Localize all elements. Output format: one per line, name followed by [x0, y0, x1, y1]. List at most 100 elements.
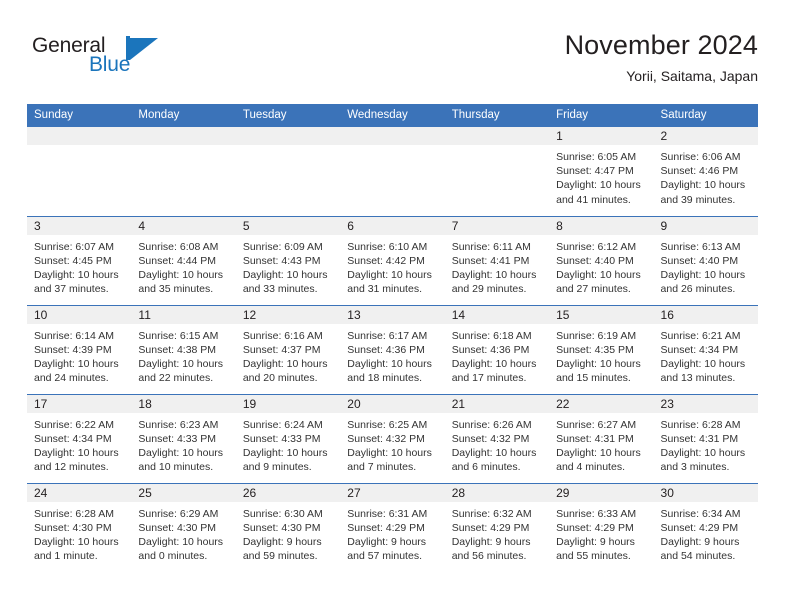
- daylight-duration-line-1: Daylight: 10 hours: [556, 268, 641, 281]
- day-number: 1: [549, 127, 654, 145]
- daylight-duration-line-2: and 18 minutes.: [347, 372, 422, 385]
- calendar-day-cell-empty: [444, 127, 550, 216]
- weekday-header-thursday: Thursday: [444, 104, 550, 127]
- calendar-day-cell[interactable]: 19 Sunrise: 6:24 AM Sunset: 4:33 PM Dayligh…: [235, 393, 341, 483]
- day-details: Sunrise: 6:09 AM Sunset: 4:43 PM Daylight:…: [236, 235, 340, 297]
- daylight-duration-line-2: and 31 minutes.: [347, 283, 422, 296]
- daylight-duration-line-1: Daylight: 10 hours: [660, 179, 746, 192]
- sunrise-time: Sunrise: 6:30 AM: [242, 507, 323, 520]
- day-details: Sunrise: 6:23 AM Sunset: 4:33 PM Daylight:…: [131, 413, 235, 475]
- sunrise-time: Sunrise: 6:28 AM: [34, 507, 114, 520]
- calendar-day-cell[interactable]: 10 Sunrise: 6:14 AM Sunset: 4:39 PM Dayligh…: [27, 304, 132, 394]
- day-number: [27, 127, 132, 145]
- day-number: 15: [549, 305, 654, 324]
- calendar-day-cell[interactable]: 18 Sunrise: 6:23 AM Sunset: 4:33 PM Dayligh…: [131, 393, 236, 483]
- day-details: Sunrise: 6:10 AM Sunset: 4:42 PM Daylight:…: [340, 235, 444, 297]
- daylight-duration-line-2: and 24 minutes.: [34, 372, 109, 385]
- calendar-day-cell[interactable]: 5 Sunrise: 6:09 AM Sunset: 4:43 PM Daylight…: [235, 215, 341, 305]
- daylight-duration-line-2: and 29 minutes.: [451, 283, 527, 296]
- sunrise-time: Sunrise: 6:18 AM: [451, 329, 532, 342]
- calendar-day-cell[interactable]: 26 Sunrise: 6:30 AM Sunset: 4:30 PM Dayligh…: [235, 482, 341, 572]
- calendar-day-cell[interactable]: 6 Sunrise: 6:10 AM Sunset: 4:42 PM Daylight…: [340, 215, 445, 305]
- calendar-day-cell[interactable]: 4 Sunrise: 6:08 AM Sunset: 4:44 PM Daylight…: [131, 215, 236, 305]
- sunrise-time: Sunrise: 6:12 AM: [556, 240, 637, 253]
- sunrise-time: Sunrise: 6:33 AM: [556, 507, 637, 520]
- calendar-day-cell[interactable]: 23 Sunrise: 6:28 AM Sunset: 4:31 PM Dayligh…: [653, 393, 758, 483]
- sunrise-time: Sunrise: 6:21 AM: [660, 329, 741, 342]
- weekday-header-tuesday: Tuesday: [235, 104, 341, 127]
- sunrise-time: Sunrise: 6:25 AM: [347, 418, 428, 431]
- sunset-time: Sunset: 4:42 PM: [347, 254, 425, 267]
- day-number: 2: [653, 127, 758, 145]
- sunrise-time: Sunrise: 6:07 AM: [34, 240, 114, 253]
- sunrise-time: Sunrise: 6:11 AM: [451, 240, 531, 253]
- sunset-time: Sunset: 4:34 PM: [660, 343, 739, 356]
- daylight-duration-line-2: and 1 minute.: [34, 550, 98, 563]
- calendar-week-row: 10 Sunrise: 6:14 AM Sunset: 4:39 PM Dayligh…: [27, 304, 758, 394]
- calendar-day-cell[interactable]: 8 Sunrise: 6:12 AM Sunset: 4:40 PM Daylight…: [549, 215, 654, 305]
- calendar-day-cell[interactable]: 3 Sunrise: 6:07 AM Sunset: 4:45 PM Daylight…: [27, 215, 132, 305]
- daylight-duration-line-2: and 37 minutes.: [34, 283, 109, 296]
- sunrise-time: Sunrise: 6:14 AM: [34, 329, 114, 342]
- sunset-time: Sunset: 4:40 PM: [556, 254, 634, 267]
- calendar-day-cell[interactable]: 13 Sunrise: 6:17 AM Sunset: 4:36 PM Dayligh…: [340, 304, 445, 394]
- calendar-week-row: 24 Sunrise: 6:28 AM Sunset: 4:30 PM Dayligh…: [27, 482, 758, 572]
- sunrise-time: Sunrise: 6:22 AM: [34, 418, 114, 431]
- calendar-day-cell[interactable]: 20 Sunrise: 6:25 AM Sunset: 4:32 PM Dayligh…: [340, 393, 445, 483]
- calendar-day-cell[interactable]: 21 Sunrise: 6:26 AM Sunset: 4:32 PM Dayligh…: [444, 393, 550, 483]
- sunrise-time: Sunrise: 6:05 AM: [556, 151, 637, 163]
- day-details: Sunrise: 6:06 AM Sunset: 4:46 PM Daylight:…: [654, 145, 758, 207]
- daylight-duration-line-1: Daylight: 10 hours: [242, 446, 328, 459]
- day-details: Sunrise: 6:31 AM Sunset: 4:29 PM Daylight:…: [340, 502, 444, 564]
- location-subtitle: Yorii, Saitama, Japan: [626, 68, 758, 84]
- daylight-duration-line-1: Daylight: 10 hours: [451, 268, 537, 281]
- daylight-duration-line-1: Daylight: 9 hours: [347, 535, 427, 548]
- daylight-duration-line-1: Daylight: 10 hours: [138, 535, 224, 548]
- calendar-day-cell[interactable]: 24 Sunrise: 6:28 AM Sunset: 4:30 PM Dayligh…: [27, 482, 132, 572]
- calendar-day-cell-empty: [131, 127, 236, 216]
- daylight-duration-line-2: and 57 minutes.: [347, 550, 422, 563]
- sunset-time: Sunset: 4:43 PM: [242, 254, 321, 267]
- calendar-day-cell[interactable]: 27 Sunrise: 6:31 AM Sunset: 4:29 PM Dayligh…: [340, 482, 445, 572]
- calendar-day-cell[interactable]: 25 Sunrise: 6:29 AM Sunset: 4:30 PM Dayligh…: [131, 482, 236, 572]
- sunset-time: Sunset: 4:32 PM: [451, 432, 530, 445]
- day-details: Sunrise: 6:15 AM Sunset: 4:38 PM Daylight:…: [131, 324, 235, 386]
- sunrise-time: Sunrise: 6:15 AM: [138, 329, 219, 342]
- calendar-day-cell[interactable]: 29 Sunrise: 6:33 AM Sunset: 4:29 PM Dayligh…: [549, 482, 654, 572]
- calendar-day-cell[interactable]: 7 Sunrise: 6:11 AM Sunset: 4:41 PM Daylight…: [444, 215, 550, 305]
- sunset-time: Sunset: 4:33 PM: [242, 432, 321, 445]
- sunset-time: Sunset: 4:36 PM: [451, 343, 530, 356]
- calendar-day-cell[interactable]: 11 Sunrise: 6:15 AM Sunset: 4:38 PM Dayligh…: [131, 304, 236, 394]
- calendar-day-cell[interactable]: 28 Sunrise: 6:32 AM Sunset: 4:29 PM Dayligh…: [444, 482, 550, 572]
- daylight-duration-line-1: Daylight: 10 hours: [451, 446, 537, 459]
- day-details: Sunrise: 6:16 AM Sunset: 4:37 PM Daylight:…: [236, 324, 340, 386]
- day-number: 6: [340, 216, 445, 235]
- sunrise-time: Sunrise: 6:08 AM: [138, 240, 219, 253]
- calendar-day-cell[interactable]: 12 Sunrise: 6:16 AM Sunset: 4:37 PM Dayligh…: [235, 304, 341, 394]
- day-number: 21: [444, 394, 550, 413]
- daylight-duration-line-2: and 59 minutes.: [242, 550, 318, 563]
- calendar-day-cell[interactable]: 14 Sunrise: 6:18 AM Sunset: 4:36 PM Dayligh…: [444, 304, 550, 394]
- sunrise-time: Sunrise: 6:32 AM: [451, 507, 532, 520]
- calendar-day-cell[interactable]: 22 Sunrise: 6:27 AM Sunset: 4:31 PM Dayligh…: [549, 393, 654, 483]
- day-details: Sunrise: 6:32 AM Sunset: 4:29 PM Daylight:…: [445, 502, 549, 564]
- calendar-day-cell[interactable]: 30 Sunrise: 6:34 AM Sunset: 4:29 PM Dayligh…: [653, 482, 758, 572]
- calendar-day-cell[interactable]: 1 Sunrise: 6:05 AM Sunset: 4:47 PM Daylight…: [549, 127, 654, 216]
- day-number: 23: [653, 394, 758, 413]
- day-number: 18: [131, 394, 236, 413]
- day-number: [131, 127, 236, 145]
- calendar-day-cell[interactable]: 17 Sunrise: 6:22 AM Sunset: 4:34 PM Dayligh…: [27, 393, 132, 483]
- calendar-day-cell[interactable]: 9 Sunrise: 6:13 AM Sunset: 4:40 PM Daylight…: [653, 215, 758, 305]
- sunset-time: Sunset: 4:46 PM: [660, 165, 739, 178]
- brand-logo[interactable]: General Blue: [27, 34, 187, 86]
- daylight-duration-line-1: Daylight: 10 hours: [347, 357, 432, 370]
- sunset-time: Sunset: 4:45 PM: [34, 254, 112, 267]
- daylight-duration-line-2: and 20 minutes.: [242, 372, 318, 385]
- calendar-day-cell-empty: [235, 127, 341, 216]
- daylight-duration-line-2: and 55 minutes.: [556, 550, 631, 563]
- calendar-day-cell[interactable]: 15 Sunrise: 6:19 AM Sunset: 4:35 PM Dayligh…: [549, 304, 654, 394]
- daylight-duration-line-1: Daylight: 10 hours: [138, 446, 224, 459]
- weekday-header-friday: Friday: [549, 104, 654, 127]
- calendar-day-cell[interactable]: 16 Sunrise: 6:21 AM Sunset: 4:34 PM Dayligh…: [653, 304, 758, 394]
- calendar-day-cell[interactable]: 2 Sunrise: 6:06 AM Sunset: 4:46 PM Daylight…: [653, 127, 758, 216]
